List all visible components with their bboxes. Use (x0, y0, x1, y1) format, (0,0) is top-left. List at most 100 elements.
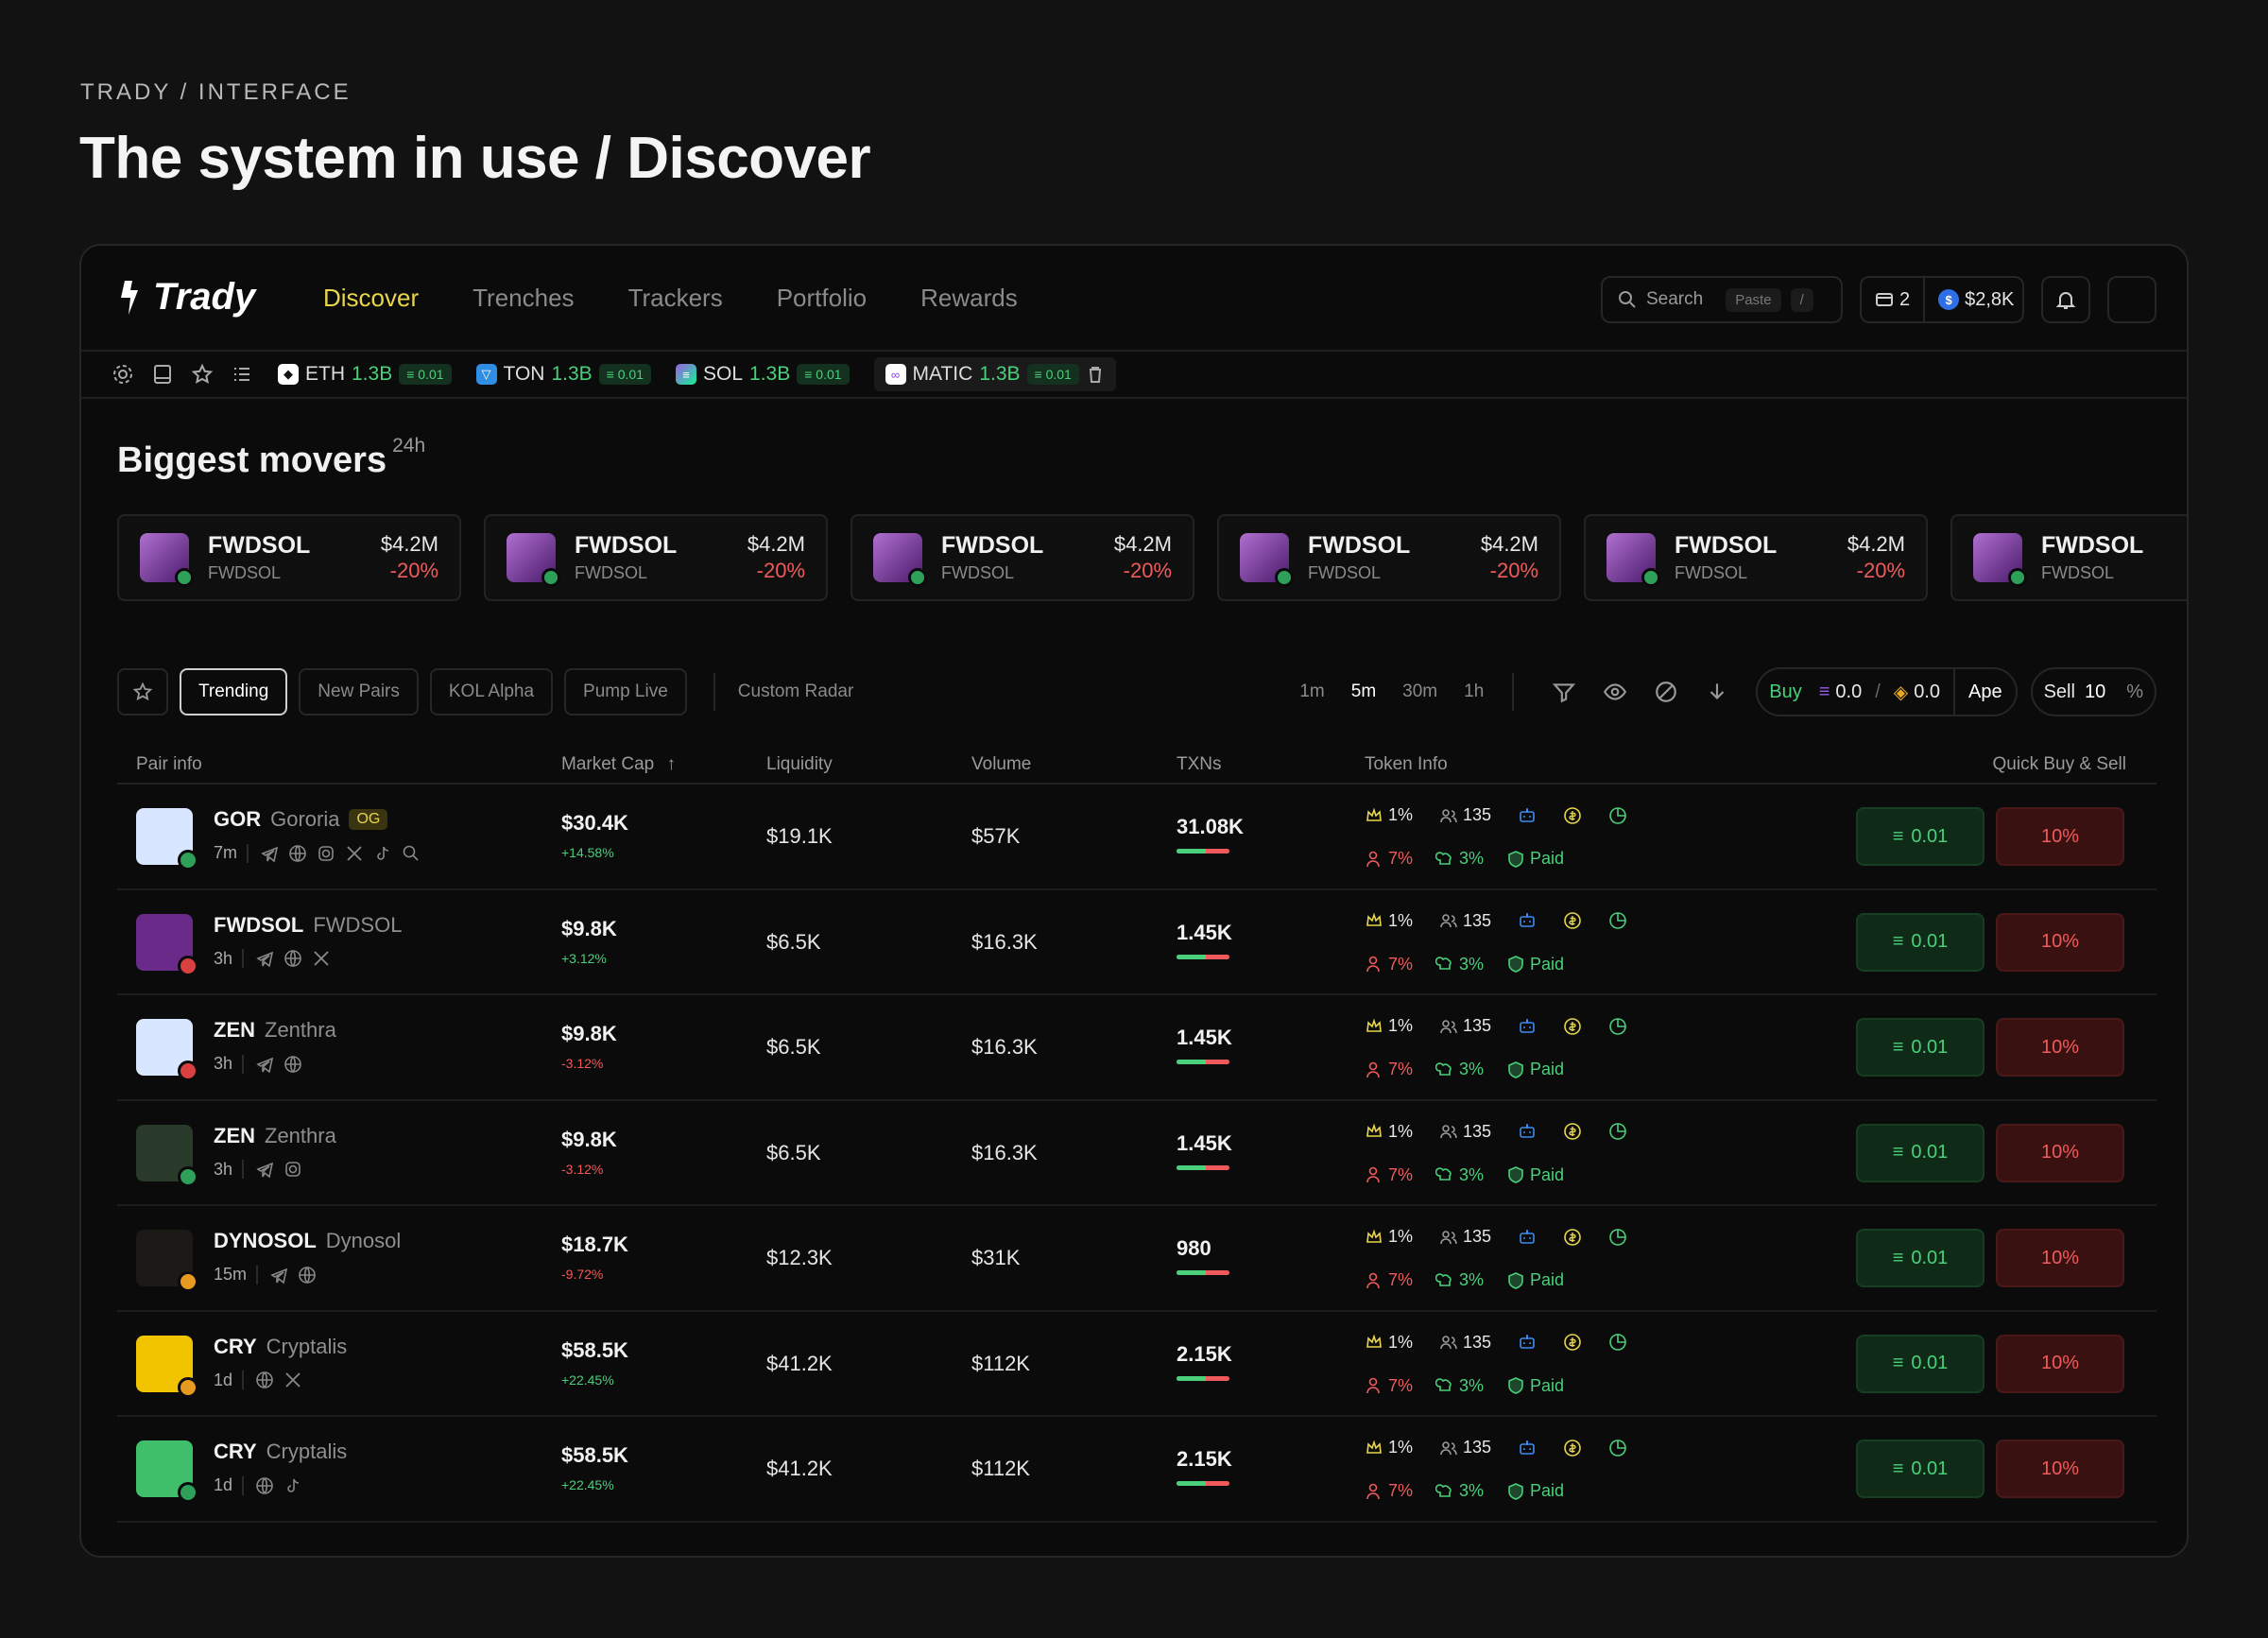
token-name[interactable]: ZEN Zenthra (214, 1124, 336, 1148)
dex-paid-stat[interactable] (1563, 1017, 1582, 1036)
tab-kol-alpha[interactable]: KOL Alpha (429, 668, 554, 716)
quick-buy-button[interactable]: ≡ 0.01 (1856, 1440, 1984, 1498)
col-token-info[interactable]: Token Info (1365, 754, 1448, 775)
bot-stat[interactable] (1518, 1228, 1537, 1247)
x-icon[interactable] (284, 1371, 302, 1389)
chart-stat[interactable] (1608, 1228, 1627, 1247)
wallet-balance[interactable]: $ $2,8K (1923, 278, 2027, 321)
dex-paid-stat[interactable] (1563, 1439, 1582, 1457)
sell-value[interactable]: 10 (2085, 681, 2105, 703)
buy-amount-control[interactable]: Buy ≡ 0.0 / ◈ 0.0 Ape (1756, 667, 2018, 716)
token-name[interactable]: ZEN Zenthra (214, 1018, 336, 1043)
token-avatar[interactable] (136, 808, 198, 871)
mover-card[interactable]: FWDSOL FWDSOL $4.2M -20% (117, 514, 461, 601)
token-avatar[interactable] (136, 1230, 198, 1292)
timeframe-1m[interactable]: 1m (1299, 681, 1324, 702)
telegram-icon[interactable] (255, 949, 274, 968)
brand-logo[interactable]: Trady (115, 276, 255, 319)
globe-icon[interactable] (255, 1476, 274, 1495)
list-icon[interactable] (231, 363, 253, 386)
nav-portfolio[interactable]: Portfolio (777, 284, 867, 313)
token-avatar[interactable] (136, 1124, 198, 1187)
table-row[interactable]: DYNOSOL Dynosol 15m $18.7K -9.72% $12.3K… (117, 1206, 2156, 1312)
col-market-cap[interactable]: Market Cap ↑ (561, 754, 676, 775)
quick-sell-button[interactable]: 10% (1996, 807, 2124, 866)
chart-stat[interactable] (1608, 911, 1627, 930)
dex-paid-stat[interactable] (1563, 1122, 1582, 1141)
bot-stat[interactable] (1518, 911, 1537, 930)
chart-stat[interactable] (1608, 1439, 1627, 1457)
mover-card[interactable]: FWDSOL FWDSOL (1950, 514, 2187, 601)
bot-stat[interactable] (1518, 1333, 1537, 1352)
buy-alt-value[interactable]: 0.0 (1914, 681, 1940, 703)
nav-trackers[interactable]: Trackers (628, 284, 723, 313)
mover-card[interactable]: FWDSOL FWDSOL $4.2M -20% (484, 514, 828, 601)
buy-sol-value[interactable]: 0.0 (1835, 681, 1862, 703)
bot-stat[interactable] (1518, 1017, 1537, 1036)
table-row[interactable]: ZEN Zenthra 3h $9.8K -3.12% $6.5K $16.3K… (117, 995, 2156, 1101)
telegram-icon[interactable] (269, 1266, 288, 1285)
quick-sell-button[interactable]: 10% (1996, 1123, 2124, 1182)
bot-stat[interactable] (1518, 1439, 1537, 1457)
telegram-icon[interactable] (255, 1160, 274, 1179)
bot-stat[interactable] (1518, 1122, 1537, 1141)
quick-sell-button[interactable]: 10% (1996, 1334, 2124, 1393)
paste-button[interactable]: Paste (1726, 287, 1781, 312)
nav-discover[interactable]: Discover (323, 284, 419, 313)
chart-stat[interactable] (1608, 1122, 1627, 1141)
token-name[interactable]: DYNOSOL Dynosol (214, 1229, 401, 1253)
token-name[interactable]: CRY Cryptalis (214, 1335, 347, 1359)
timeframe-5m[interactable]: 5m (1351, 681, 1376, 702)
globe-icon[interactable] (298, 1266, 317, 1285)
chart-stat[interactable] (1608, 1017, 1627, 1036)
dex-paid-stat[interactable] (1563, 1228, 1582, 1247)
chart-stat[interactable] (1608, 1333, 1627, 1352)
col-pair-info[interactable]: Pair info (136, 754, 202, 775)
token-name[interactable]: CRY Cryptalis (214, 1440, 347, 1464)
ticker-eth[interactable]: ◆ ETH 1.3B ≡ 0.01 (278, 363, 452, 386)
sell-amount-control[interactable]: Sell 10 % (2030, 667, 2156, 716)
quick-sell-button[interactable]: 10% (1996, 1229, 2124, 1287)
tiktok-icon[interactable] (284, 1476, 302, 1495)
settings-icon[interactable] (112, 363, 134, 386)
quick-buy-button[interactable]: ≡ 0.01 (1856, 1018, 1984, 1077)
token-avatar[interactable] (136, 1440, 198, 1503)
mover-card[interactable]: FWDSOL FWDSOL $4.2M -20% (1584, 514, 1928, 601)
wallet-box[interactable]: 2 $ $2,8K (1860, 276, 2024, 323)
token-name[interactable]: FWDSOL FWDSOL (214, 913, 402, 938)
token-avatar[interactable] (136, 913, 198, 976)
timeframe-1h[interactable]: 1h (1464, 681, 1484, 702)
custom-radar-button[interactable]: Custom Radar (738, 681, 854, 702)
profile-button[interactable] (2107, 276, 2156, 323)
download-icon[interactable] (1705, 680, 1729, 704)
globe-icon[interactable] (284, 1055, 302, 1074)
telegram-icon[interactable] (260, 844, 279, 863)
table-row[interactable]: CRY Cryptalis 1d $58.5K +22.45% $41.2K $… (117, 1417, 2156, 1523)
globe-icon[interactable] (288, 844, 307, 863)
chart-stat[interactable] (1608, 806, 1627, 825)
mover-card[interactable]: FWDSOL FWDSOL $4.2M -20% (850, 514, 1194, 601)
x-icon[interactable] (345, 844, 364, 863)
mover-card[interactable]: FWDSOL FWDSOL $4.2M -20% (1217, 514, 1561, 601)
col-volume[interactable]: Volume (971, 754, 1031, 775)
table-row[interactable]: FWDSOL FWDSOL 3h $9.8K +3.12% $6.5K $16.… (117, 890, 2156, 995)
wallet-icon[interactable] (151, 363, 174, 386)
col-liquidity[interactable]: Liquidity (766, 754, 833, 775)
quick-buy-button[interactable]: ≡ 0.01 (1856, 807, 1984, 866)
eye-icon[interactable] (1603, 680, 1627, 704)
col-txns[interactable]: TXNs (1177, 754, 1222, 775)
tab-trending[interactable]: Trending (180, 668, 288, 716)
block-icon[interactable] (1654, 680, 1678, 704)
ticker-sol[interactable]: ≡ SOL 1.3B ≡ 0.01 (675, 363, 850, 386)
dex-paid-stat[interactable] (1563, 1333, 1582, 1352)
search-icon[interactable] (402, 844, 421, 863)
table-row[interactable]: GOR Gororia OG 7m $30.4K +14.58% $19.1K … (117, 785, 2156, 890)
tab-new-pairs[interactable]: New Pairs (299, 668, 419, 716)
favorites-filter[interactable] (117, 668, 168, 716)
token-avatar[interactable] (136, 1019, 198, 1081)
nav-rewards[interactable]: Rewards (920, 284, 1018, 313)
quick-sell-button[interactable]: 10% (1996, 1018, 2124, 1077)
quick-buy-button[interactable]: ≡ 0.01 (1856, 1229, 1984, 1287)
search-input[interactable]: Search Paste / (1601, 276, 1843, 323)
token-name[interactable]: GOR Gororia OG (214, 807, 388, 832)
